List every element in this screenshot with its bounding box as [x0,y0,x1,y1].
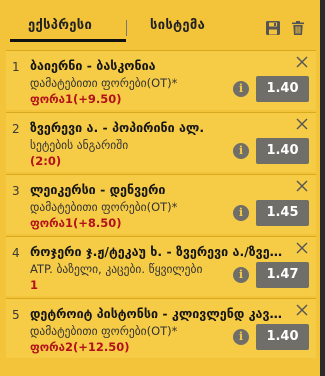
market-name: დამატებითი ფორები(OT)* [30,200,178,214]
close-icon[interactable] [295,302,309,316]
market-name: სეტების ანგარიში [30,138,129,152]
bet-index: 5 [12,308,20,322]
odds-button[interactable]: 1.40 [256,138,309,164]
close-icon[interactable] [295,240,309,254]
tab-system[interactable]: სისტემა [150,18,205,33]
selection-pick: 1 [30,278,39,292]
event-title: ლეიკერსი - დენვერი [30,182,166,197]
event-title: ბაიერნი - ბასკონია [30,58,156,73]
market-name: ATP. ბაზელი, კაცები. წყვილები [30,262,203,276]
close-icon[interactable] [295,116,309,130]
market-name: დამატებითი ფორები(OT)* [30,76,178,90]
bet-index: 1 [12,60,20,74]
info-icon[interactable]: i [233,267,249,283]
bet-index: 2 [12,122,20,136]
event-title: ზვერევი ა. - პოპირინი ალ. [30,120,205,135]
bet-row: 1 ბაიერნი - ბასკონია დამატებითი ფორები(O… [6,50,316,110]
bet-index: 4 [12,246,20,260]
save-icon[interactable] [265,20,281,36]
info-icon[interactable]: i [233,143,249,159]
tab-divider [126,20,127,36]
odds-button[interactable]: 1.47 [256,262,309,288]
odds-button[interactable]: 1.45 [256,200,309,226]
scrollbar[interactable] [320,0,325,376]
event-title: დეტროიტ პისტონსი - კლივლენდ კავალიერსი [30,306,285,321]
selection-pick: (2:0) [30,154,62,168]
bet-slip-tabbar: ექსპრესი სისტემა [0,0,320,50]
bet-slip-panel: ექსპრესი სისტემა 1 ბაიერნი - ბასკონია და… [0,0,320,376]
odds-button[interactable]: 1.40 [256,324,309,350]
event-title: როჯერი ჯ.ჟ/ტეკაუ ხ. - ზვერევი ა./ზვერევი… [30,244,285,259]
market-name: დამატებითი ფორები(OT)* [30,324,178,338]
bet-row: 2 ზვერევი ა. - პოპირინი ალ. სეტების ანგა… [6,112,316,172]
bet-row: 3 ლეიკერსი - დენვერი დამატებითი ფორები(O… [6,174,316,234]
trash-icon[interactable] [290,20,306,36]
selection-pick: ფორა2(+12.50) [30,340,130,354]
info-icon[interactable]: i [233,205,249,221]
bet-row: 5 დეტროიტ პისტონსი - კლივლენდ კავალიერსი… [6,298,316,358]
selection-pick: ფორა1(+9.50) [30,92,122,106]
info-icon[interactable]: i [233,81,249,97]
close-icon[interactable] [295,178,309,192]
info-icon[interactable]: i [233,329,249,345]
close-icon[interactable] [295,54,309,68]
active-tab-indicator [10,39,126,42]
tab-express[interactable]: ექსპრესი [28,18,92,33]
selection-pick: ფორა1(+8.50) [30,216,122,230]
bet-row: 4 როჯერი ჯ.ჟ/ტეკაუ ხ. - ზვერევი ა./ზვერე… [6,236,316,296]
bet-index: 3 [12,184,20,198]
odds-button[interactable]: 1.40 [256,76,309,102]
